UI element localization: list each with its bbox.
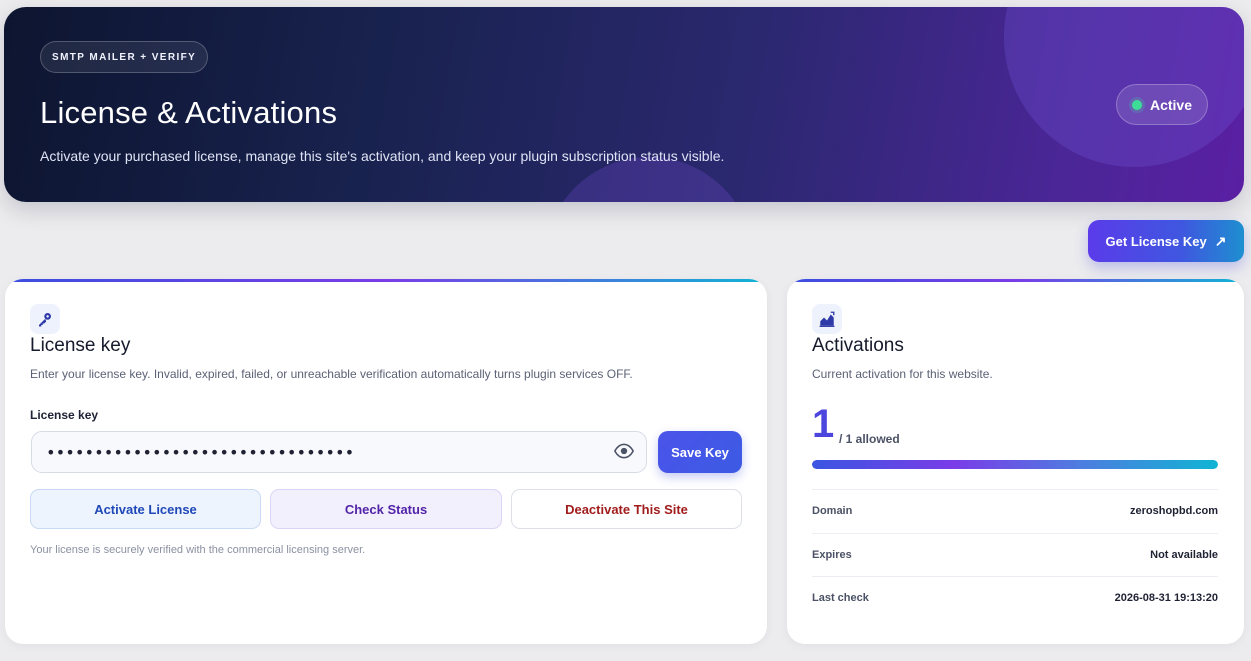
eye-icon[interactable]	[614, 443, 634, 459]
activation-progress-bar	[812, 460, 1218, 469]
key-icon	[30, 304, 60, 334]
info-row-expires: Expires Not available	[812, 533, 1218, 576]
license-key-input[interactable]	[31, 431, 647, 473]
activations-card: Activations Current activation for this …	[787, 279, 1244, 644]
page-title: License & Activations	[40, 95, 338, 130]
activation-progress-fill	[812, 460, 1218, 469]
activation-count: 1	[812, 402, 835, 446]
security-footnote: Your license is securely verified with t…	[30, 544, 366, 556]
activations-card-description: Current activation for this website.	[812, 367, 993, 381]
license-card-description: Enter your license key. Invalid, expired…	[30, 367, 633, 381]
status-label: Active	[1149, 96, 1193, 113]
status-badge: Active	[1116, 84, 1208, 125]
info-row-domain: Domain zeroshopbd.com	[812, 489, 1218, 532]
check-status-button[interactable]: Check Status	[270, 489, 502, 529]
page-subtitle: Activate your purchased license, manage …	[40, 148, 725, 164]
chart-icon	[812, 304, 842, 334]
save-key-button[interactable]: Save Key	[658, 431, 742, 473]
info-value: zeroshopbd.com	[1129, 505, 1218, 517]
activation-allowed: / 1 allowed	[839, 432, 900, 446]
info-label: Expires	[812, 549, 852, 561]
external-arrow-icon: ↗	[1214, 232, 1227, 249]
product-badge: SMTP MAILER + VERIFY	[40, 41, 209, 73]
get-license-key-label: Get License Key	[1105, 233, 1207, 249]
hero-banner: SMTP MAILER + VERIFY License & Activatio…	[4, 7, 1244, 202]
info-label: Domain	[812, 505, 853, 517]
activate-license-button[interactable]: Activate License	[30, 489, 261, 529]
info-label: Last check	[812, 592, 869, 604]
status-dot-icon	[1131, 99, 1142, 110]
info-value: Not available	[1150, 549, 1218, 561]
activations-card-title: Activations	[812, 335, 904, 356]
info-value: 2026-08-31 19:13:20	[1114, 592, 1218, 604]
license-key-card: License key Enter your license key. Inva…	[5, 279, 767, 644]
license-card-title: License key	[30, 335, 131, 356]
info-row-last-check: Last check 2026-08-31 19:13:20	[812, 576, 1218, 619]
get-license-key-button[interactable]: Get License Key ↗	[1088, 220, 1244, 262]
deactivate-site-button[interactable]: Deactivate This Site	[511, 489, 742, 529]
license-key-label: License key	[30, 408, 99, 422]
